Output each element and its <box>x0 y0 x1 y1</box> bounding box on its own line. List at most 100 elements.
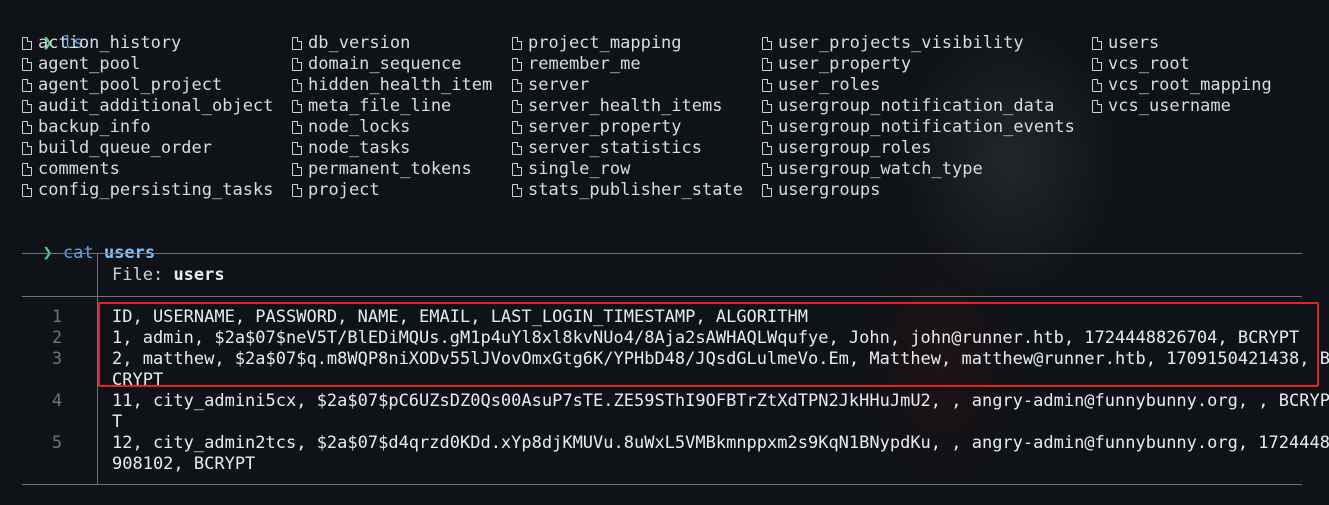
file-entry-name: single_row <box>528 159 631 179</box>
file-icon <box>22 78 33 92</box>
file-icon <box>512 36 523 50</box>
file-entry: usergroup_watch_type <box>762 159 1075 180</box>
file-icon <box>22 99 33 113</box>
file-entry: stats_publisher_state <box>512 180 743 201</box>
line-number: 2 <box>51 328 63 348</box>
file-header-label: File: <box>112 265 164 285</box>
ls-column: user_projects_visibility user_property use… <box>762 33 1075 201</box>
file-entry: build_queue_order <box>22 138 273 159</box>
file-entry-name: usergroup_watch_type <box>778 159 983 179</box>
file-icon <box>1092 99 1103 113</box>
file-entry: server_health_items <box>512 96 743 117</box>
file-entry-name: build_queue_order <box>38 138 212 158</box>
file-icon <box>762 36 773 50</box>
file-icon <box>762 162 773 176</box>
file-icon <box>1092 57 1103 71</box>
file-entry: users <box>1092 33 1272 54</box>
file-entry: vcs_username <box>1092 96 1272 117</box>
file-entry-name: usergroup_roles <box>778 138 932 158</box>
file-icon <box>292 99 303 113</box>
file-icon <box>512 120 523 134</box>
file-header-name: users <box>173 265 225 285</box>
file-entry: action_history <box>22 33 273 54</box>
file-entry-name: user_roles <box>778 75 881 95</box>
file-entry: usergroup_notification_events <box>762 117 1075 138</box>
file-entry-name: vcs_root_mapping <box>1108 75 1272 95</box>
file-entry: project <box>292 180 492 201</box>
file-entry-name: agent_pool <box>38 54 141 74</box>
file-entry-name: comments <box>38 159 120 179</box>
file-icon <box>762 78 773 92</box>
file-icon <box>292 78 303 92</box>
file-entry: usergroups <box>762 180 1075 201</box>
file-entry-name: audit_additional_object <box>38 96 274 116</box>
file-entry: usergroup_roles <box>762 138 1075 159</box>
file-icon <box>22 120 33 134</box>
file-entry: config_persisting_tasks <box>22 180 273 201</box>
file-line-text: 12, city_admin2tcs, $2a$07$d4qrzd0KDd.xY… <box>112 433 1329 453</box>
file-icon <box>1092 78 1103 92</box>
file-entry: user_roles <box>762 75 1075 96</box>
file-icon <box>22 141 33 155</box>
file-icon <box>512 99 523 113</box>
file-entry-name: usergroups <box>778 180 881 200</box>
file-icon <box>292 141 303 155</box>
file-icon <box>762 99 773 113</box>
line-number: 1 <box>51 307 63 327</box>
file-entry: user_property <box>762 54 1075 75</box>
file-icon <box>1092 36 1103 50</box>
file-entry-name: user_projects_visibility <box>778 33 1024 53</box>
file-entry-name: config_persisting_tasks <box>38 180 274 200</box>
file-icon <box>512 183 523 197</box>
file-entry: node_tasks <box>292 138 492 159</box>
file-icon <box>292 183 303 197</box>
file-entry: meta_file_line <box>292 96 492 117</box>
file-entry: project_mapping <box>512 33 743 54</box>
file-entry: node_locks <box>292 117 492 138</box>
file-entry-name: node_tasks <box>308 138 411 158</box>
file-entry-name: node_locks <box>308 117 411 137</box>
file-entry-name: server_health_items <box>528 96 723 116</box>
file-header: File: users <box>112 265 225 285</box>
file-entry: agent_pool_project <box>22 75 273 96</box>
ls-column: db_version domain_sequence hidden_health_i… <box>292 33 492 201</box>
file-entry-name: usergroup_notification_data <box>778 96 1055 116</box>
file-entry: server_statistics <box>512 138 743 159</box>
file-entry-name: project_mapping <box>528 33 682 53</box>
file-entry: remember_me <box>512 54 743 75</box>
file-entry: agent_pool <box>22 54 273 75</box>
file-line-text: 11, city_admini5cx, $2a$07$pC6UZsDZ0Qs00… <box>112 391 1329 411</box>
file-line-text: 908102, BCRYPT <box>112 454 256 474</box>
file-icon <box>512 141 523 155</box>
file-entry-name: user_property <box>778 54 912 74</box>
file-entry: usergroup_notification_data <box>762 96 1075 117</box>
file-icon <box>292 57 303 71</box>
file-entry: domain_sequence <box>292 54 492 75</box>
ls-column: project_mapping remember_me server server_h… <box>512 33 743 201</box>
file-entry: audit_additional_object <box>22 96 273 117</box>
file-entry-name: server <box>528 75 590 95</box>
file-icon <box>22 162 33 176</box>
file-entry: db_version <box>292 33 492 54</box>
file-entry-name: backup_info <box>38 117 151 137</box>
file-icon <box>762 183 773 197</box>
file-line-text: T <box>112 412 123 432</box>
file-icon <box>762 141 773 155</box>
file-icon <box>292 120 303 134</box>
divider-bottom <box>22 484 1302 485</box>
file-icon <box>512 78 523 92</box>
file-icon <box>512 162 523 176</box>
file-entry-name: db_version <box>308 33 411 53</box>
file-icon <box>292 36 303 50</box>
file-entry: server_property <box>512 117 743 138</box>
prompt-line-cat: ❯ cat users <box>22 222 155 263</box>
prompt-line-ls: ❯ ls <box>22 12 83 53</box>
file-entry-name: agent_pool_project <box>38 75 223 95</box>
file-entry-name: project <box>308 180 380 200</box>
file-entry: vcs_root_mapping <box>1092 75 1272 96</box>
file-entry: server <box>512 75 743 96</box>
file-entry-name: server_property <box>528 117 682 137</box>
file-entry-name: action_history <box>38 33 182 53</box>
line-number: 5 <box>51 433 63 453</box>
highlight-box <box>98 302 1319 387</box>
